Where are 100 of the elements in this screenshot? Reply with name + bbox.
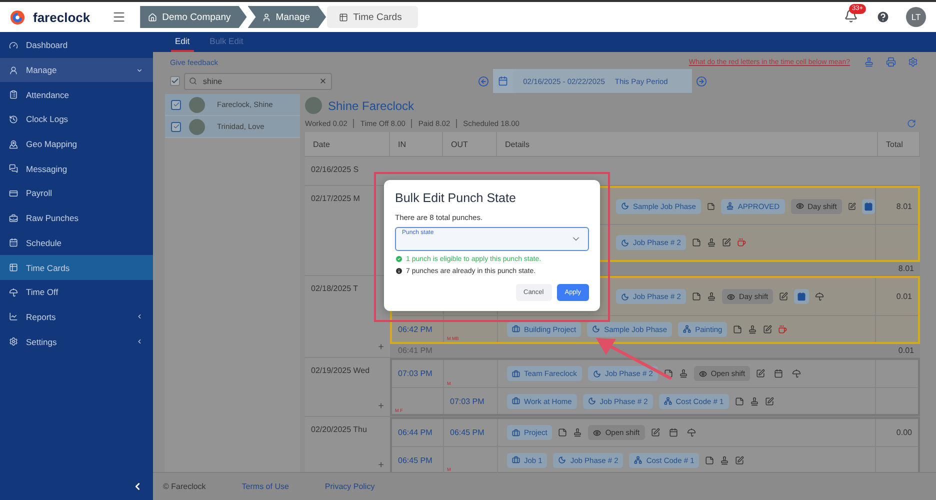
edit-icon[interactable] [779,292,788,301]
total-value: 0.01 [896,292,912,301]
total-value: 8.01 [896,202,912,210]
checkbox[interactable] [171,122,181,132]
note-icon[interactable] [558,428,568,437]
coffee-cup-icon[interactable] [778,324,788,334]
summary-total: 0.01 [898,346,914,355]
total-value: 0.00 [896,428,912,437]
umbrella-icon[interactable] [686,428,696,437]
copyright-text: © Fareclock [163,482,206,491]
moon-icon [621,202,629,210]
sidebar-item[interactable]: Geo Mapping [0,132,153,156]
checkbox[interactable] [171,100,181,110]
network-icon [683,325,692,333]
sidebar-item[interactable]: Schedule [0,230,153,256]
umbrella-icon[interactable] [792,369,802,378]
calendar-glyph-icon [668,428,678,437]
moon-icon [592,370,601,378]
footer-link[interactable]: Privacy Policy [324,482,375,491]
umbrella-icon[interactable] [815,292,824,301]
stamp-icon[interactable] [706,238,716,247]
table-icon [9,263,18,272]
edit-icon[interactable] [722,238,731,247]
date-cell-text: 02/18/2025 T [311,284,360,293]
briefcase-icon [512,456,520,464]
calendar-icon[interactable] [862,198,875,214]
sidebar-item[interactable]: Attendance [0,82,153,108]
stamp-icon[interactable] [678,369,688,378]
sidebar-item[interactable]: Payroll [0,181,153,206]
sidebar-item[interactable]: Manage [0,58,153,82]
time-out[interactable]: 07:03 PM [450,396,484,406]
edit-icon[interactable] [763,324,772,334]
stamp-icon[interactable] [750,396,759,406]
sidebar-item[interactable]: Dashboard [0,33,153,58]
note-icon[interactable] [705,456,714,464]
clear-icon[interactable] [319,77,327,85]
add-punch-button[interactable]: + [376,342,386,353]
employee-title: Shine Fareclock [328,98,414,112]
edit-icon[interactable] [650,428,660,437]
add-punch-button[interactable]: + [376,460,386,471]
breadcrumb-item[interactable]: Time Cards [327,6,418,28]
column-header: Date [305,132,390,156]
note-icon[interactable] [692,292,701,301]
add-punch-button[interactable]: + [376,401,386,412]
stamp-icon[interactable] [706,292,716,301]
dialog-title: Bulk Edit Punch State [395,190,517,206]
home-icon [148,12,158,22]
note-icon[interactable] [706,202,715,210]
help-icon[interactable] [876,10,890,24]
briefcase-icon [512,325,520,333]
network-icon [664,397,672,405]
check-circle-icon [395,255,403,263]
stamp-icon[interactable] [573,428,582,437]
edit-icon[interactable] [735,456,744,464]
sidebar-item[interactable]: Settings [0,329,153,354]
tab[interactable]: Bulk Edit [206,32,248,52]
breadcrumb-item[interactable]: Demo Company [140,6,247,28]
search-bar[interactable]: shine [184,72,332,90]
briefcase-icon [512,397,520,405]
table-icon [339,12,348,22]
clipboard-icon [9,90,18,100]
stamp-icon[interactable] [720,456,730,464]
history-icon [9,114,18,124]
column-header: Total [878,132,920,156]
sidebar-item[interactable]: Time Cards [0,255,153,280]
bell-icon[interactable] [844,9,858,23]
note-icon[interactable] [692,238,701,247]
sidebar-item[interactable]: Reports [0,304,153,330]
note-icon[interactable] [734,396,744,406]
time-out[interactable]: 06:45 PM [450,428,484,437]
note-icon[interactable] [733,324,742,334]
time-in[interactable]: 07:03 PM [398,369,432,378]
menu-icon[interactable] [112,10,126,24]
search-input[interactable]: shine [201,76,315,86]
sidebar-item[interactable]: Time Off [0,280,153,305]
breadcrumb-item[interactable]: Manage [248,6,326,28]
sidebar-item[interactable]: Raw Punches [0,206,153,230]
map-pin-icon [9,140,18,149]
time-in[interactable]: 06:45 PM [398,456,432,464]
photo-placeholder [189,96,205,112]
sidebar-item[interactable]: Messaging [0,156,153,182]
sidebar-item[interactable]: Clock Logs [0,107,153,132]
time-in[interactable]: 06:44 PM [398,428,432,437]
edit-icon[interactable] [764,396,774,406]
note-icon[interactable] [664,369,673,378]
calendar-icon [9,238,18,248]
coffee-cup-icon[interactable] [736,238,746,247]
moon-icon [592,325,600,333]
calendar-icon [498,76,508,86]
user-avatar[interactable]: LT [906,7,926,27]
moon-icon [621,292,629,300]
time-in[interactable]: 06:42 PM [398,324,432,334]
user-icon [262,12,271,22]
briefcase-icon [512,428,520,436]
select-all-checkbox[interactable] [170,76,180,86]
edit-icon[interactable] [848,202,856,210]
calendar-icon[interactable] [794,289,810,304]
stamp-icon[interactable] [748,324,758,334]
footer-link[interactable]: Terms of Use [242,482,289,491]
edit-icon[interactable] [756,369,766,378]
